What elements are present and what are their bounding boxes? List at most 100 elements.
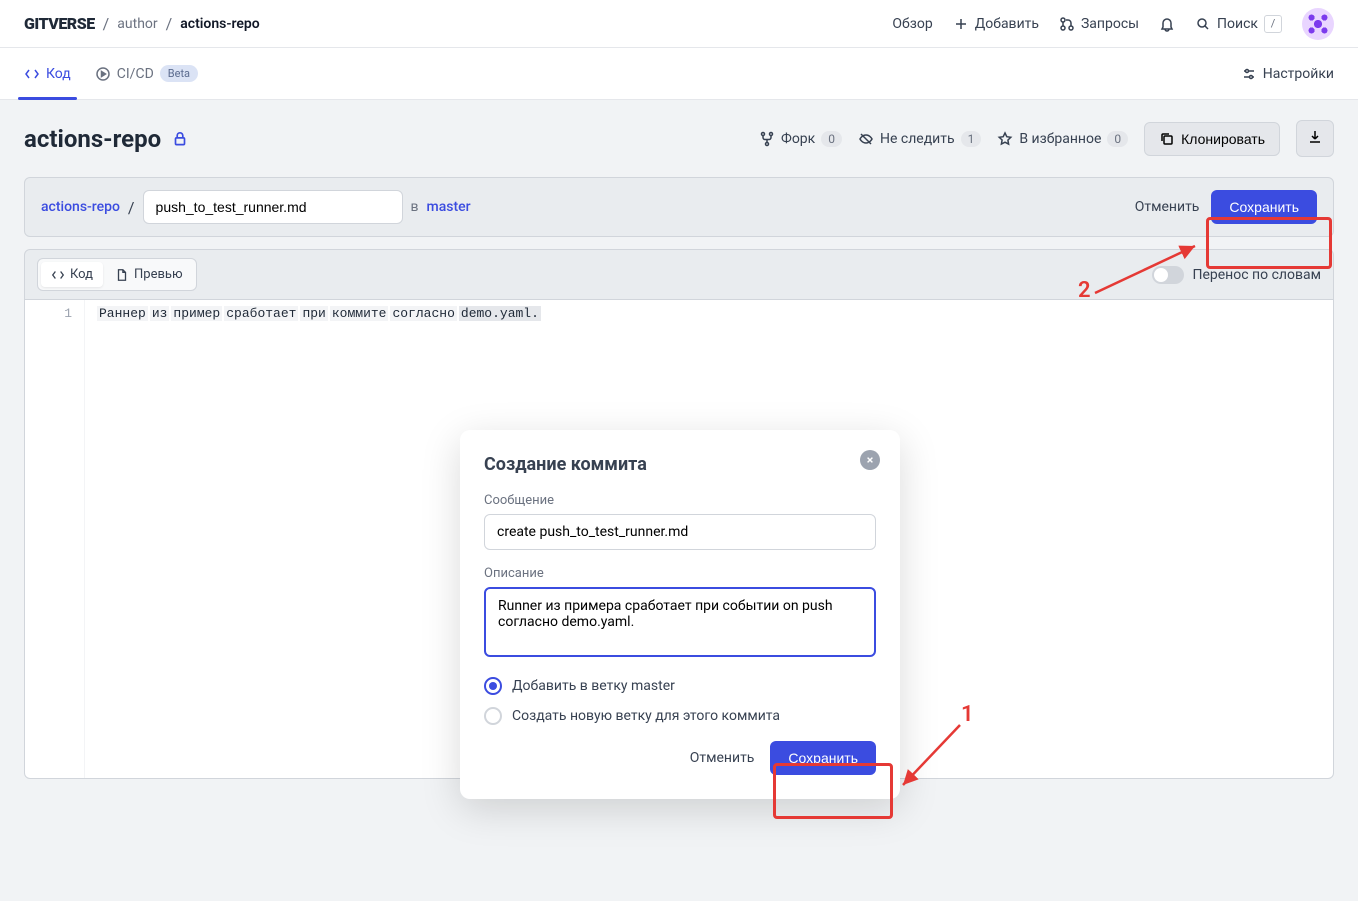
commit-description-input[interactable] [484, 587, 876, 657]
code-token: demo.yaml. [459, 306, 541, 321]
repo-name: actions-repo [24, 125, 161, 153]
lock-icon [171, 130, 189, 148]
merge-icon [1059, 16, 1075, 32]
edit-bar: actions-repo / в master Отменить Сохрани… [24, 177, 1334, 237]
code-line: Раннеризпримерсработаетприкоммитесогласн… [97, 306, 1321, 321]
modal-cancel-button[interactable]: Отменить [690, 750, 755, 766]
close-icon [866, 456, 874, 464]
commit-modal: Создание коммита Сообщение Описание Доба… [460, 430, 900, 799]
code-view-label: Код [70, 267, 93, 282]
code-icon [24, 66, 40, 82]
radio-new-branch[interactable]: Создать новую ветку для этого коммита [484, 707, 876, 725]
radio-indicator [484, 707, 502, 725]
nav-notifications[interactable] [1159, 16, 1175, 32]
fork-icon [759, 131, 775, 147]
repo-link[interactable]: actions-repo [41, 199, 120, 215]
nav-add[interactable]: Добавить [953, 16, 1039, 32]
modal-save-button[interactable]: Сохранить [770, 741, 876, 775]
fork-button[interactable]: Форк 0 [759, 131, 842, 147]
save-button-top[interactable]: Сохранить [1211, 190, 1317, 224]
code-token: пример [171, 306, 222, 321]
watch-label: Не следить [880, 131, 955, 147]
cancel-link[interactable]: Отменить [1135, 199, 1200, 215]
file-icon [115, 268, 129, 282]
separator: / [166, 14, 173, 33]
msg-label: Сообщение [484, 493, 876, 508]
tabbar: Код CI/CD Beta Настройки [0, 48, 1358, 100]
beta-badge: Beta [160, 65, 198, 82]
logo[interactable]: GITVERSE [24, 14, 95, 33]
wrap-label: Перенос по словам [1192, 267, 1321, 283]
code-token: Раннер [97, 306, 148, 321]
tab-cicd[interactable]: CI/CD Beta [95, 48, 198, 99]
code-token: сработает [224, 306, 298, 321]
separator: / [128, 198, 135, 217]
search-icon [1195, 16, 1211, 32]
preview-view-button[interactable]: Превью [105, 262, 193, 287]
code-token: коммите [330, 306, 389, 321]
watch-button[interactable]: Не следить 1 [858, 131, 981, 147]
annotation-number-2: 2 [1078, 278, 1091, 303]
fork-label: Форк [781, 131, 815, 147]
tab-code-label: Код [46, 66, 71, 82]
copy-icon [1159, 131, 1175, 147]
line-number: 1 [37, 306, 72, 321]
code-token: согласно [390, 306, 456, 321]
radio-label: Добавить в ветку master [512, 678, 675, 694]
gutter: 1 [25, 300, 85, 778]
tab-code[interactable]: Код [24, 48, 71, 99]
bell-icon [1159, 16, 1175, 32]
code-view-button[interactable]: Код [41, 262, 103, 287]
avatar[interactable] [1302, 8, 1334, 40]
radio-indicator [484, 677, 502, 695]
tab-cicd-label: CI/CD [117, 66, 154, 82]
nav-search-label: Поиск [1217, 16, 1258, 32]
in-text: в [411, 199, 419, 215]
radio-label: Создать новую ветку для этого коммита [512, 708, 780, 724]
modal-close-button[interactable] [860, 450, 880, 470]
nav-requests-label: Запросы [1081, 16, 1139, 32]
tab-settings[interactable]: Настройки [1241, 66, 1334, 82]
tab-settings-label: Настройки [1263, 66, 1334, 82]
repo-header: actions-repo Форк 0 Не следить 1 В избра… [24, 120, 1334, 157]
nav-search[interactable]: Поиск / [1195, 15, 1282, 33]
clone-label: Клонировать [1181, 131, 1265, 147]
wrap-toggle[interactable] [1152, 266, 1184, 284]
breadcrumb-repo[interactable]: actions-repo [180, 16, 259, 32]
eye-off-icon [858, 131, 874, 147]
preview-view-label: Превью [134, 267, 183, 282]
breadcrumb-author[interactable]: author [117, 16, 157, 32]
topbar: GITVERSE / author / actions-repo Обзор Д… [0, 0, 1358, 48]
download-icon [1307, 129, 1323, 145]
editor-toolbar: Код Превью Перенос по словам [24, 249, 1334, 299]
repo-title: actions-repo [24, 125, 189, 153]
sliders-icon [1241, 66, 1257, 82]
fork-count: 0 [821, 131, 842, 147]
commit-message-input[interactable] [484, 514, 876, 550]
star-label: В избранное [1019, 131, 1101, 147]
code-token: из [150, 306, 170, 321]
star-count: 0 [1107, 131, 1128, 147]
download-button[interactable] [1296, 120, 1334, 157]
star-icon [997, 131, 1013, 147]
branch-link[interactable]: master [427, 199, 471, 215]
filename-input[interactable] [143, 190, 403, 224]
nav-overview[interactable]: Обзор [892, 16, 932, 32]
separator: / [103, 14, 110, 33]
plus-icon [953, 16, 969, 32]
play-circle-icon [95, 66, 111, 82]
radio-commit-master[interactable]: Добавить в ветку master [484, 677, 876, 695]
watch-count: 1 [961, 131, 982, 147]
search-kbd: / [1264, 15, 1282, 33]
clone-button[interactable]: Клонировать [1144, 122, 1280, 156]
star-button[interactable]: В избранное 0 [997, 131, 1128, 147]
modal-title: Создание коммита [484, 454, 876, 475]
nav-add-label: Добавить [975, 16, 1039, 32]
code-token: при [300, 306, 327, 321]
wrap-toggle-row: Перенос по словам [1152, 266, 1321, 284]
view-segment: Код Превью [37, 258, 197, 291]
code-icon [51, 268, 65, 282]
nav-requests[interactable]: Запросы [1059, 16, 1139, 32]
annotation-number-1: 1 [961, 702, 974, 727]
desc-label: Описание [484, 566, 876, 581]
